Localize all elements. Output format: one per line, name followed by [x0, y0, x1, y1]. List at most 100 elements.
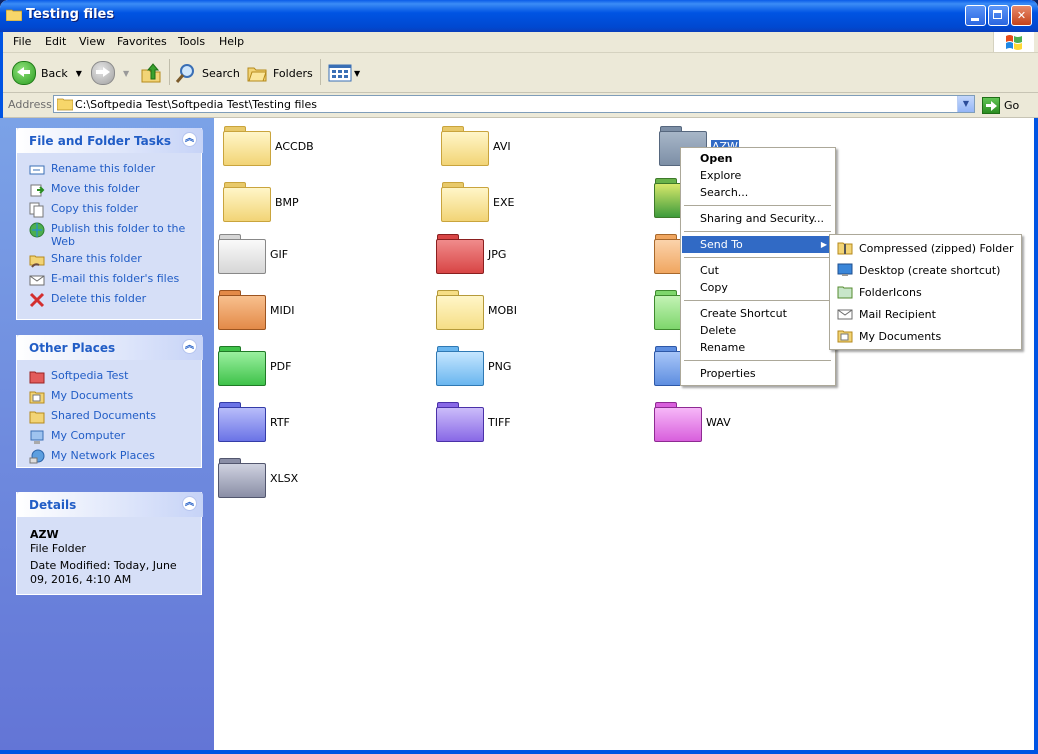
address-dropdown-button[interactable]: ▼: [957, 96, 974, 112]
folder-label: BMP: [275, 195, 299, 209]
task-email-files[interactable]: E-mail this folder's files: [29, 272, 191, 288]
menu-explore[interactable]: Explore: [682, 167, 832, 184]
folder-item[interactable]: PNG: [436, 346, 511, 386]
folder-item[interactable]: PDF: [218, 346, 291, 386]
sendto-mail-recipient[interactable]: Mail Recipient: [831, 303, 1019, 325]
toolbar: Back ▼ ▼ Search Folders ▼: [0, 53, 1038, 93]
title-bar[interactable]: Testing files ✕: [0, 0, 1038, 32]
menu-cut[interactable]: Cut: [682, 262, 832, 279]
place-label: Softpedia Test: [51, 369, 129, 382]
folder-item[interactable]: BMP: [223, 182, 299, 222]
details-name: AZW: [30, 528, 59, 541]
folder-item[interactable]: TIFF: [436, 402, 511, 442]
views-dropdown-icon[interactable]: ▼: [354, 69, 360, 78]
back-dropdown-icon[interactable]: ▼: [76, 69, 82, 78]
menu-send-to[interactable]: Send To ▶: [682, 236, 832, 253]
task-move-folder[interactable]: Move this folder: [29, 182, 191, 198]
menu-search[interactable]: Search...: [682, 184, 832, 201]
forward-dropdown-icon[interactable]: ▼: [123, 69, 129, 78]
back-button[interactable]: Back ▼: [12, 61, 82, 85]
context-menu: Open Explore Search... Sharing and Secur…: [680, 147, 836, 386]
folder-label: ACCDB: [275, 139, 314, 153]
panel-title: Details: [29, 498, 77, 512]
network-places-icon: [29, 449, 45, 464]
folder-item[interactable]: XLSX: [218, 458, 298, 498]
task-share-folder[interactable]: Share this folder: [29, 252, 191, 268]
task-label: E-mail this folder's files: [51, 272, 180, 285]
folder-label: PDF: [270, 359, 292, 373]
explorer-window: Testing files ✕ File Edit View Favorites…: [0, 0, 1038, 754]
other-places-panel: Other Places ︽ Softpedia Test My Documen…: [16, 335, 203, 468]
place-label: My Network Places: [51, 449, 155, 462]
menu-delete[interactable]: Delete: [682, 322, 832, 339]
task-publish-web[interactable]: Publish this folder to the Web: [29, 222, 191, 248]
panel-header[interactable]: File and Folder Tasks ︽: [17, 128, 203, 153]
folders-button[interactable]: Folders: [247, 61, 313, 85]
place-my-network[interactable]: My Network Places: [29, 449, 191, 465]
delete-icon: [29, 292, 45, 308]
folder-item[interactable]: ACCDB: [223, 126, 314, 166]
folder-item[interactable]: AVI: [441, 126, 511, 166]
panel-header[interactable]: Details ︽: [17, 492, 203, 517]
views-button[interactable]: ▼: [328, 61, 360, 85]
window-border: [1034, 118, 1038, 754]
menu-copy[interactable]: Copy: [682, 279, 832, 296]
menu-open[interactable]: Open: [682, 150, 832, 167]
menu-rename[interactable]: Rename: [682, 339, 832, 356]
task-delete-folder[interactable]: Delete this folder: [29, 292, 191, 308]
menu-properties[interactable]: Properties: [682, 365, 832, 382]
panel-header[interactable]: Other Places ︽: [17, 335, 203, 360]
windows-logo: [993, 32, 1034, 52]
menu-separator: [684, 257, 831, 258]
up-folder-button[interactable]: [140, 61, 162, 85]
folder-item[interactable]: MOBI: [436, 290, 517, 330]
place-label: My Computer: [51, 429, 126, 442]
folder-label: MOBI: [488, 303, 517, 317]
folders-label: Folders: [273, 66, 313, 80]
menu-sharing-security[interactable]: Sharing and Security...: [682, 210, 832, 227]
sendto-foldericons[interactable]: FolderIcons: [831, 281, 1019, 303]
menu-help[interactable]: Help: [219, 35, 244, 48]
folder-icon: [218, 346, 266, 386]
folder-item[interactable]: JPG: [436, 234, 506, 274]
maximize-button[interactable]: [988, 5, 1009, 26]
submenu-arrow-icon: ▶: [820, 240, 827, 249]
menu-create-shortcut[interactable]: Create Shortcut: [682, 305, 832, 322]
place-my-documents[interactable]: My Documents: [29, 389, 191, 405]
folder-item[interactable]: RTF: [218, 402, 290, 442]
sendto-my-documents[interactable]: My Documents: [831, 325, 1019, 347]
place-softpedia-test[interactable]: Softpedia Test: [29, 369, 191, 385]
search-icon: [175, 64, 194, 83]
place-my-computer[interactable]: My Computer: [29, 429, 191, 445]
close-button[interactable]: ✕: [1011, 5, 1032, 26]
shared-documents-icon: [29, 411, 45, 424]
menu-favorites[interactable]: Favorites: [117, 35, 167, 48]
collapse-icon[interactable]: ︽: [182, 496, 197, 511]
folder-item[interactable]: EXE: [441, 182, 514, 222]
task-label: Rename this folder: [51, 162, 156, 175]
search-button[interactable]: Search: [175, 61, 240, 85]
menu-tools[interactable]: Tools: [178, 35, 205, 48]
go-arrow-icon: [982, 96, 1000, 114]
task-copy-folder[interactable]: Copy this folder: [29, 202, 191, 218]
minimize-button[interactable]: [965, 5, 986, 26]
menu-file[interactable]: File: [13, 35, 31, 48]
place-shared-documents[interactable]: Shared Documents: [29, 409, 191, 425]
folder-icon: [436, 402, 484, 442]
sendto-compressed-folder[interactable]: Compressed (zipped) Folder: [831, 237, 1019, 259]
address-field[interactable]: C:\Softpedia Test\Softpedia Test\Testing…: [53, 95, 975, 113]
panel-title: Other Places: [29, 341, 116, 355]
folder-item[interactable]: WAV: [654, 402, 731, 442]
folder-item[interactable]: GIF: [218, 234, 288, 274]
task-rename-folder[interactable]: Rename this folder: [29, 162, 191, 178]
menu-edit[interactable]: Edit: [45, 35, 66, 48]
folder-label: XLSX: [270, 471, 299, 485]
sendto-desktop[interactable]: Desktop (create shortcut): [831, 259, 1019, 281]
menu-view[interactable]: View: [79, 35, 105, 48]
task-label: Share this folder: [51, 252, 142, 265]
folder-item[interactable]: MIDI: [218, 290, 294, 330]
collapse-icon[interactable]: ︽: [182, 339, 197, 354]
forward-button[interactable]: ▼: [91, 61, 129, 85]
go-button[interactable]: Go: [982, 96, 1019, 114]
collapse-icon[interactable]: ︽: [182, 132, 197, 147]
